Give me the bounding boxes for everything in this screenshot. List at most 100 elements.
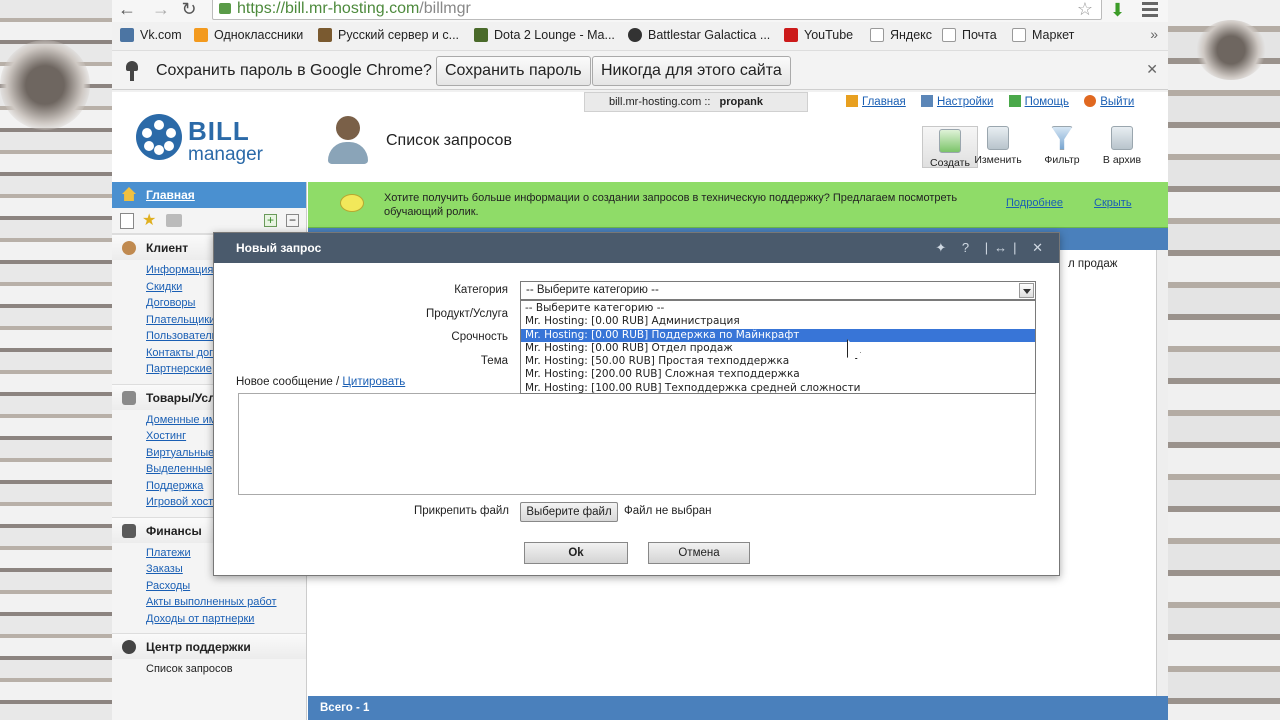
sidebar-item-home[interactable]: Главная [112, 182, 306, 208]
category-option[interactable]: Mr. Hosting: [50.00 RUB] Простая техподд… [521, 355, 1035, 368]
logout-icon [1084, 95, 1097, 107]
category-select[interactable]: -- Выберите категорию -- [520, 281, 1036, 300]
page-icon [870, 28, 884, 42]
vk-icon [120, 28, 134, 42]
archive-icon [1111, 126, 1133, 150]
list-icon[interactable] [120, 213, 134, 229]
sidebar-item-request-list[interactable]: Список запросов [146, 661, 298, 678]
sidebar-item-acts[interactable]: Акты выполненных работ [146, 594, 298, 611]
create-icon [939, 129, 961, 153]
banner-hide-link[interactable]: Скрыть [1094, 197, 1132, 209]
banner-text: Хотите получить больше информации о созд… [384, 192, 958, 218]
cancel-button[interactable]: Отмена [648, 542, 750, 564]
choose-file-button[interactable]: Выберите файл [520, 502, 618, 522]
filter-button[interactable]: Фильтр [1034, 126, 1090, 166]
battlestar-icon [628, 28, 642, 42]
attach-file-label: Прикрепить файл [414, 505, 510, 517]
link-help[interactable]: Помощь [1025, 96, 1069, 108]
odnoklassniki-icon [194, 28, 208, 42]
reload-icon[interactable]: ↻ [178, 0, 200, 20]
favorites-star-icon[interactable]: ★ [142, 210, 156, 230]
youtube-icon [784, 28, 798, 42]
link-logout[interactable]: Выйти [1100, 96, 1134, 108]
archive-button[interactable]: В архив [1094, 126, 1150, 166]
bookmark-dota2-lounge[interactable]: Dota 2 Lounge - Ma... [474, 28, 615, 42]
edit-button[interactable]: Изменить [970, 126, 1026, 166]
ok-button[interactable]: Ok [524, 542, 628, 564]
urgency-label: Срочность [451, 331, 508, 343]
top-links: Главная Настройки Помощь Выйти [846, 95, 1146, 108]
new-request-dialog: Новый запрос ✦ ? |↔| ✕ Категория Продукт… [213, 232, 1060, 576]
dota-icon [474, 28, 488, 42]
sidebar-item-expenses[interactable]: Расходы [146, 578, 298, 595]
product-label: Продукт/Услуга [426, 308, 508, 320]
message-textarea[interactable] [238, 393, 1036, 495]
quote-link[interactable]: Цитировать [342, 376, 405, 388]
table-scrollbar[interactable] [1156, 250, 1168, 720]
sidebar-item-partner-income[interactable]: Доходы от партнерки [146, 611, 298, 628]
category-option[interactable]: Mr. Hosting: [0.00 RUB] Администрация [521, 315, 1035, 328]
category-option[interactable]: -- Выберите категорию -- [521, 302, 1035, 315]
bookmarks-more-button[interactable]: » [1150, 26, 1158, 42]
url-input[interactable]: https://bill.mr-hosting.com/billmgr ☆ [212, 0, 1102, 20]
banner-more-link[interactable]: Подробнее [1006, 197, 1063, 209]
bookmarks-bar: Vk.com Одноклассники Русский сервер и с.… [112, 24, 1168, 48]
server-user-info: bill.mr-hosting.com :: propank [584, 92, 808, 112]
help-icon [1008, 95, 1021, 107]
background-blur-shape [0, 40, 90, 130]
page-icon [1012, 28, 1026, 42]
password-infobar: Сохранить пароль в Google Chrome? Сохран… [112, 50, 1168, 90]
collapse-all-icon[interactable]: − [286, 214, 299, 227]
bookmark-star-icon[interactable]: ☆ [1077, 0, 1093, 19]
dialog-header: Новый запрос ✦ ? |↔| ✕ [214, 233, 1059, 263]
sidebar-toolbar: ★ + − [112, 208, 306, 234]
bookmark-vk[interactable]: Vk.com [120, 28, 182, 42]
sidebar-section-support-center[interactable]: Центр поддержки [112, 633, 306, 659]
bookmark-market[interactable]: Маркет [1012, 28, 1074, 42]
bookmark-pochta[interactable]: Почта [942, 28, 997, 42]
url-text: https://bill.mr-hosting.com/billmgr [237, 0, 471, 17]
category-option[interactable]: Mr. Hosting: [200.00 RUB] Сложная техпод… [521, 368, 1035, 381]
address-bar-row: ← → ↻ https://bill.mr-hosting.com/billmg… [112, 0, 1168, 22]
background-blur-shape [1196, 20, 1266, 80]
bookmark-odnoklassniki[interactable]: Одноклассники [194, 28, 303, 42]
browser-menu-icon[interactable] [1142, 2, 1158, 20]
password-prompt-text: Сохранить пароль в Google Chrome? [156, 62, 432, 79]
category-dropdown-list: -- Выберите категорию -- Mr. Hosting: [0.… [520, 300, 1036, 394]
speech-bubble-icon [340, 194, 364, 212]
link-home[interactable]: Главная [862, 96, 906, 108]
key-icon [126, 61, 138, 81]
table-footer-total: Всего - 1 [308, 696, 1168, 720]
logo-text-bill: BILL [188, 116, 250, 146]
forward-icon[interactable]: → [150, 0, 172, 20]
page-title: Список запросов [386, 132, 512, 149]
category-option[interactable]: Mr. Hosting: [0.00 RUB] Поддержка по Май… [521, 328, 1035, 342]
download-extension-icon[interactable]: ⬇ [1110, 0, 1125, 20]
bookmark-battlestar[interactable]: Battlestar Galactica ... [628, 28, 770, 42]
new-message-label: Новое сообщение / Цитировать [236, 376, 406, 388]
link-settings[interactable]: Настройки [937, 96, 993, 108]
help-banner: Хотите получить больше информации о созд… [308, 182, 1168, 228]
headset-icon [122, 640, 136, 654]
products-icon [122, 390, 136, 405]
briefcase-icon[interactable] [166, 214, 182, 227]
user-name: propank [719, 96, 763, 108]
lock-icon [219, 3, 231, 14]
bookmark-russian-server[interactable]: Русский сервер и с... [318, 28, 459, 42]
category-option[interactable]: Mr. Hosting: [100.00 RUB] Техподдержка с… [521, 382, 1035, 395]
bookmark-yandex[interactable]: Яндекс [870, 28, 932, 42]
dialog-window-controls-icon[interactable]: ✦ ? |↔| ✕ [935, 233, 1049, 263]
bookmark-youtube[interactable]: YouTube [784, 28, 853, 42]
edit-icon [987, 126, 1009, 150]
finance-icon [122, 523, 136, 538]
save-password-button[interactable]: Сохранить пароль [436, 56, 591, 86]
billmanager-logo[interactable]: BILL manager [136, 114, 276, 166]
expand-all-icon[interactable]: + [264, 214, 277, 227]
never-save-button[interactable]: Никогда для этого сайта [592, 56, 791, 86]
home-icon [122, 187, 136, 201]
chevron-down-icon[interactable] [1019, 283, 1034, 298]
support-agent-icon [326, 116, 370, 164]
back-icon[interactable]: ← [116, 0, 138, 20]
close-icon[interactable]: ✕ [1146, 61, 1158, 78]
category-option[interactable]: Mr. Hosting: [0.00 RUB] Отдел продаж [521, 342, 1035, 355]
